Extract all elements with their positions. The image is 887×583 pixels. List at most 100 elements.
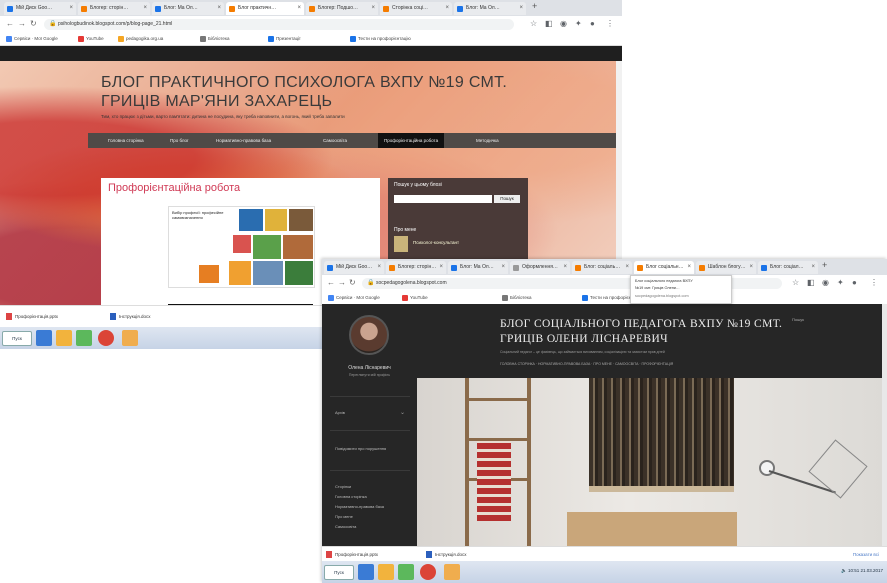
close-icon[interactable]: × [563,261,567,274]
star-icon[interactable]: ☆ [530,19,537,28]
chevron-down-icon[interactable]: ⌄ [400,409,405,416]
close-icon[interactable]: × [143,2,147,15]
browser-tab[interactable]: Блог: Ма Ол… × [152,2,224,15]
close-icon[interactable]: × [749,261,753,274]
forward-icon[interactable]: → [18,19,26,28]
download-item[interactable]: Інструкція.docx [426,550,467,559]
browser-tab[interactable]: Оформлення… × [510,261,570,274]
ie-icon[interactable] [358,564,374,580]
bookmark-item[interactable]: Бібліотека [502,294,531,302]
browser-tab[interactable]: Мій Диск Goo… × [4,2,76,15]
browser-window-social-pedagogue-blog[interactable]: Мій Диск Goo… × Блогер: сторін… × Блог: Ма… [322,259,887,583]
close-icon[interactable]: × [297,2,301,15]
app-icon[interactable] [122,330,138,346]
profile-image[interactable] [394,236,408,252]
bookmark-item[interactable]: Бібліотека [200,35,229,43]
sidebar-item-self-education[interactable]: Самоосвіта [335,524,356,529]
blog-search-input[interactable] [394,195,492,203]
author-name[interactable]: Олена Ліснаревич [322,365,417,371]
bookmark-item[interactable]: pedagogika.org.ua [118,35,163,43]
browser-tab[interactable]: Сторінка соці… × [380,2,452,15]
system-tray[interactable]: 🔈 10:51 21.03.2017 [841,568,883,574]
profile-icon[interactable]: ● [852,278,857,287]
browser-tab[interactable]: Мій Диск Goo… × [324,261,384,274]
extension-icon[interactable]: ◉ [560,19,567,28]
bookmark-item[interactable]: YouTube [78,35,104,43]
search-link[interactable]: Пошук [792,317,804,322]
sidebar-item-home[interactable]: Головна сторінка [335,494,367,499]
url-input[interactable]: 🔒 psihologbudinok.blogspot.com/p/blog-pag… [44,19,514,30]
speaker-icon[interactable]: 🔈 [841,568,847,573]
extension-icon[interactable]: ◧ [545,19,553,28]
reload-icon[interactable]: ↻ [349,278,356,287]
download-item[interactable]: Профорієнтація.pptx [326,550,378,559]
blog-title[interactable]: БЛОГ СОЦІАЛЬНОГО ПЕДАГОГА ВХПУ №19 СМТ. … [500,317,800,347]
chrome-icon[interactable] [98,330,114,346]
browser-tab[interactable]: Шаблон блогу… × [696,261,756,274]
close-icon[interactable]: × [69,2,73,15]
ie-icon[interactable] [36,330,52,346]
blog-title[interactable]: БЛОГ ПРАКТИЧНОГО ПСИХОЛОГА ВХПУ №19 СМТ.… [101,73,531,111]
browser-tab[interactable]: Блогер: сторін… × [78,2,150,15]
browser-tab-active[interactable]: Блог соціальн… × [634,261,694,274]
bookmark-item[interactable]: Презентації [268,35,300,43]
back-icon[interactable]: ← [327,278,335,287]
folder-icon[interactable] [56,330,72,346]
sidebar-link[interactable]: Психолог-консультант [413,240,459,245]
close-icon[interactable]: × [519,2,523,15]
menu-item-self-education[interactable]: Самоосвіта [323,133,347,148]
close-icon[interactable]: × [687,261,691,274]
close-icon[interactable]: × [811,261,815,274]
close-icon[interactable]: × [445,2,449,15]
star-icon[interactable]: ☆ [792,278,799,287]
bookmark-item[interactable]: Тести на профорієнтацію [350,35,411,43]
menu-item-methods[interactable]: Методичка [476,133,499,148]
bookmark-item[interactable]: Сервіси · Мої Google [6,35,58,43]
media-icon[interactable] [76,330,92,346]
download-item[interactable]: Профорієнтація.pptx [6,312,58,321]
blog-nav[interactable]: ГОЛОВНА СТОРІНКА · НОРМАТИВНО-ПРАВОВА БА… [500,362,673,366]
menu-item-career-guidance[interactable]: Профорієнтаційна робота [378,133,445,148]
folder-icon[interactable] [378,564,394,580]
close-icon[interactable]: × [501,261,505,274]
start-button[interactable]: Пуск [2,331,32,346]
app-icon[interactable] [444,564,460,580]
extension-icon[interactable]: ◧ [807,278,815,287]
bookmark-item[interactable]: YouTube [402,294,428,302]
browser-tab[interactable]: Блог: Ма Ол… × [454,2,526,15]
new-tab-icon[interactable]: + [822,260,827,270]
chrome-icon[interactable] [420,564,436,580]
new-tab-icon[interactable]: + [532,1,537,11]
browser-tab[interactable]: Блог: соціаль… × [572,261,632,274]
menu-item-home[interactable]: Головна сторінка [108,133,144,148]
menu-icon[interactable]: ⋮ [870,278,878,287]
extension-icon[interactable]: ◉ [822,278,829,287]
profile-icon[interactable]: ● [590,19,595,28]
browser-tab[interactable]: Блогер: Подшо… × [306,2,378,15]
post-image[interactable]: Вибір професії: професійне самовизначенн… [168,206,315,288]
download-item[interactable]: Інструкція.docx [110,312,151,321]
browser-tab[interactable]: Блог: соціал… × [758,261,818,274]
forward-icon[interactable]: → [338,278,346,287]
close-icon[interactable]: × [439,261,443,274]
extension-icon[interactable]: ✦ [837,278,844,287]
avatar[interactable] [349,315,389,355]
browser-tab[interactable]: Блог: Ма Ол… × [448,261,508,274]
back-icon[interactable]: ← [6,19,14,28]
author-profile-link[interactable]: Переглянути мій профіль [322,373,417,377]
browser-tab[interactable]: Блогер: сторін… × [386,261,446,274]
close-icon[interactable]: × [371,2,375,15]
reload-icon[interactable]: ↻ [30,19,37,28]
sidebar-item-legal[interactable]: Нормативно-правова база [335,504,384,509]
show-all-downloads-link[interactable]: Показати всі [853,550,879,559]
close-icon[interactable]: × [217,2,221,15]
sidebar-item-archive[interactable]: Архів [335,410,345,415]
menu-icon[interactable]: ⋮ [606,19,614,28]
close-icon[interactable]: × [625,261,629,274]
browser-tab-active[interactable]: Блог практичн… × [226,2,304,15]
menu-item-about[interactable]: Про блог [170,133,189,148]
sidebar-item-about[interactable]: Про мене [335,514,353,519]
start-button[interactable]: Пуск [324,565,354,580]
scrollbar[interactable] [882,304,887,546]
sidebar-item-report[interactable]: Повідомити про порушення [335,446,386,451]
